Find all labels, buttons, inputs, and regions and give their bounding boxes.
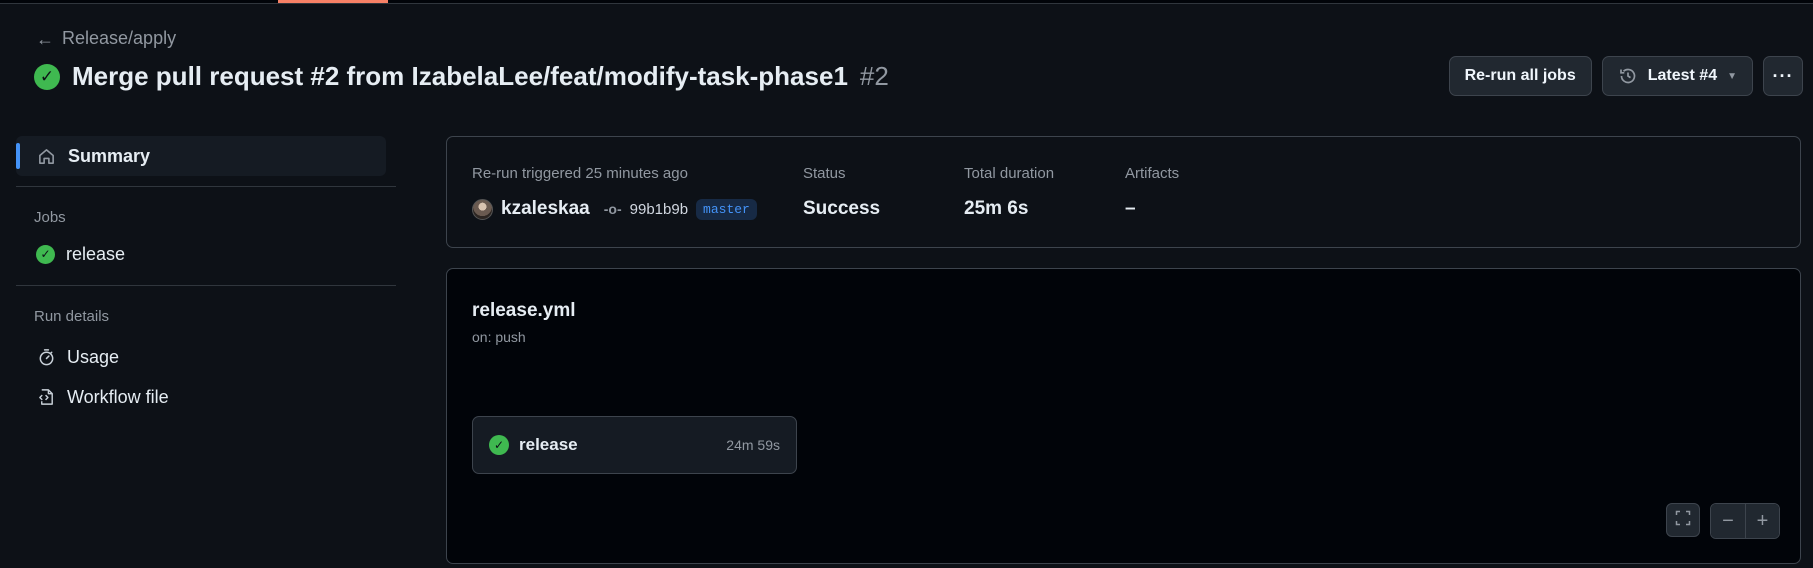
duration-value: 25m 6s	[964, 198, 1029, 219]
check-circle-icon: ✓	[36, 244, 55, 264]
sidebar-divider	[16, 186, 396, 187]
sidebar-divider	[16, 285, 396, 286]
branch-tag[interactable]: master	[696, 198, 757, 220]
sidebar-item-label: Workflow file	[67, 386, 169, 407]
zoom-in-button[interactable]: +	[1745, 504, 1779, 538]
kebab-horizontal-icon: ···	[1772, 65, 1794, 86]
sidebar-item-label: Summary	[68, 145, 151, 166]
run-number: #2	[859, 61, 889, 91]
triangle-down-icon: ▼	[1727, 70, 1737, 82]
run-summary-card: Re-run triggered 25 minutes ago kzaleska…	[446, 136, 1801, 248]
status-label: Status	[803, 165, 846, 182]
top-nav-border	[0, 0, 1813, 4]
status-info: Status Success	[803, 165, 880, 220]
screen-full-icon	[1675, 509, 1691, 532]
home-icon	[36, 147, 56, 166]
sidebar-item-job-release[interactable]: ✓ release	[16, 236, 396, 272]
duration-info: Total duration 25m 6s	[964, 165, 1054, 220]
zoom-out-button[interactable]: −	[1711, 504, 1745, 538]
trigger-label: Re-run triggered 25 minutes ago	[472, 165, 688, 182]
artifacts-info: Artifacts –	[1125, 165, 1179, 220]
back-to-workflow-link[interactable]: ← Release/apply	[36, 28, 176, 49]
actor-link[interactable]: kzaleskaa	[501, 198, 590, 220]
run-title-text: Merge pull request #2 from IzabelaLee/fe…	[72, 61, 848, 91]
job-duration: 24m 59s	[726, 437, 780, 453]
trigger-info: Re-run triggered 25 minutes ago kzaleska…	[472, 165, 757, 220]
check-circle-icon: ✓	[489, 435, 509, 455]
plus-icon: +	[1756, 509, 1769, 532]
graph-zoom-controls: − +	[1666, 503, 1780, 539]
active-indicator	[16, 143, 20, 169]
zoom-button-group: − +	[1710, 503, 1780, 539]
artifacts-label: Artifacts	[1125, 165, 1180, 182]
back-link-label: Release/apply	[62, 28, 177, 48]
sidebar-item-label: Usage	[67, 346, 120, 367]
avatar[interactable]	[472, 198, 493, 220]
duration-label: Total duration	[964, 165, 1055, 182]
trigger-details: kzaleskaa -o- 99b1b9b master	[472, 198, 757, 220]
sidebar-item-workflow-file[interactable]: Workflow file	[16, 379, 396, 415]
history-icon	[1618, 66, 1638, 86]
sidebar-item-label: release	[66, 243, 126, 264]
header-actions: Re-run all jobs Latest #4 ▼ ···	[1448, 56, 1803, 96]
stopwatch-icon	[36, 347, 56, 367]
run-details-section-label: Run details	[34, 308, 110, 325]
sidebar-item-usage[interactable]: Usage	[16, 339, 396, 375]
check-circle-icon: ✓	[34, 63, 60, 90]
minus-icon: −	[1722, 509, 1734, 532]
fullscreen-button[interactable]	[1666, 503, 1700, 537]
artifacts-value: –	[1125, 198, 1136, 219]
job-node-release[interactable]: ✓ release 24m 59s	[472, 416, 797, 474]
workflow-graph-card: release.yml on: push ✓ release 24m 59s −…	[446, 268, 1801, 564]
job-name: release	[519, 435, 578, 454]
arrow-left-icon: ←	[36, 28, 54, 49]
page-title: ✓ Merge pull request #2 from IzabelaLee/…	[34, 61, 889, 92]
status-value: Success	[803, 198, 881, 219]
attempt-label: Latest #4	[1647, 67, 1718, 84]
workflow-name: release.yml	[472, 300, 576, 321]
rerun-all-jobs-button[interactable]: Re-run all jobs	[1448, 56, 1592, 96]
active-tab-marker	[278, 0, 388, 3]
jobs-section-label: Jobs	[34, 209, 66, 226]
more-actions-button[interactable]: ···	[1763, 56, 1803, 96]
workflow-trigger: on: push	[472, 329, 526, 345]
sidebar: Summary Jobs ✓ release Run details Usage…	[16, 136, 396, 415]
commit-sha-link[interactable]: 99b1b9b	[630, 201, 688, 218]
sidebar-item-summary[interactable]: Summary	[16, 136, 386, 176]
rerun-button-label: Re-run all jobs	[1464, 67, 1576, 84]
git-commit-icon: -o-	[603, 201, 622, 217]
file-code-icon	[36, 387, 56, 407]
attempt-select-button[interactable]: Latest #4 ▼	[1601, 56, 1753, 96]
